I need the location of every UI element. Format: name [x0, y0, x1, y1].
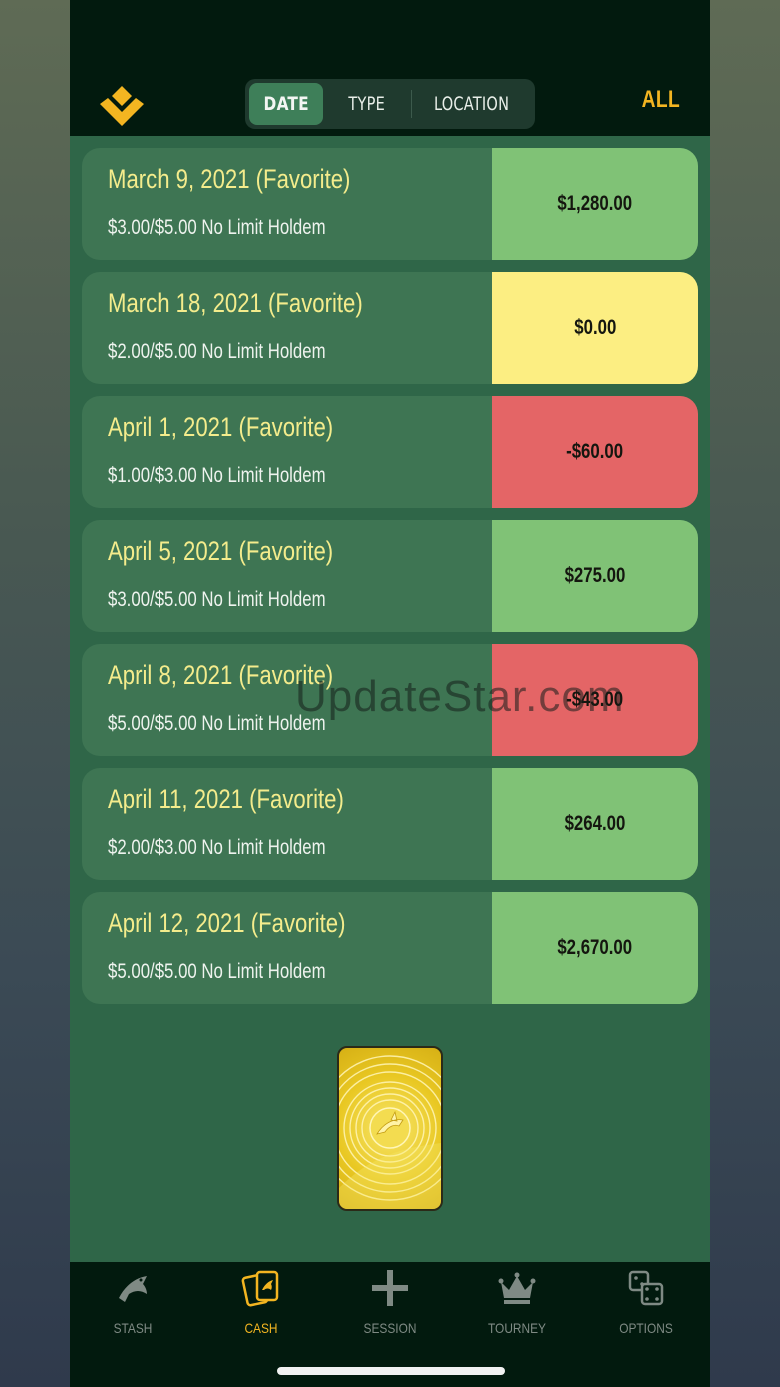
session-game: $2.00/$5.00 No Limit Holdem: [108, 340, 326, 363]
session-date: April 11, 2021 (Favorite): [108, 784, 344, 814]
tab-tourney[interactable]: TOURNEY: [462, 1268, 572, 1338]
tab-options[interactable]: OPTIONS: [591, 1268, 701, 1338]
session-result: $264.00: [492, 768, 698, 880]
gold-card-image[interactable]: [337, 1046, 443, 1211]
session-row[interactable]: March 9, 2021 (Favorite) $3.00/$5.00 No …: [82, 148, 698, 260]
filter-all-button[interactable]: ALL: [632, 86, 680, 114]
tab-label: STASH: [113, 1320, 153, 1336]
session-row[interactable]: April 11, 2021 (Favorite) $2.00/$3.00 No…: [82, 768, 698, 880]
tab-label: CASH: [244, 1320, 278, 1336]
session-game: $2.00/$3.00 No Limit Holdem: [108, 836, 326, 859]
shark-icon: [119, 1276, 147, 1302]
session-date: March 9, 2021 (Favorite): [108, 164, 351, 194]
home-indicator[interactable]: [277, 1367, 505, 1375]
session-row[interactable]: April 12, 2021 (Favorite) $5.00/$5.00 No…: [82, 892, 698, 1004]
session-row[interactable]: April 1, 2021 (Favorite) $1.00/$3.00 No …: [82, 396, 698, 508]
session-row[interactable]: March 18, 2021 (Favorite) $2.00/$5.00 No…: [82, 272, 698, 384]
session-date: April 1, 2021 (Favorite): [108, 412, 334, 442]
tab-label: SESSION: [363, 1320, 417, 1336]
session-result: $275.00: [492, 520, 698, 632]
segment-location[interactable]: LOCATION: [421, 83, 522, 125]
session-result: $0.00: [492, 272, 698, 384]
session-info: April 1, 2021 (Favorite) $1.00/$3.00 No …: [82, 396, 492, 508]
session-date: March 18, 2021 (Favorite): [108, 288, 363, 318]
top-bar: DATE TYPE LOCATION ALL: [70, 0, 710, 136]
session-info: April 12, 2021 (Favorite) $5.00/$5.00 No…: [82, 892, 492, 1004]
session-result: $1,280.00: [492, 148, 698, 260]
shark-coin-icon: [339, 1055, 441, 1209]
sort-segmented-control: DATE TYPE LOCATION: [245, 79, 535, 129]
app-screen: DATE TYPE LOCATION ALL March 9, 2021 (Fa…: [70, 0, 710, 1387]
session-game: $5.00/$5.00 No Limit Holdem: [108, 960, 326, 983]
segment-divider: [410, 90, 412, 118]
session-row[interactable]: April 8, 2021 (Favorite) $5.00/$5.00 No …: [82, 644, 698, 756]
session-game: $3.00/$5.00 No Limit Holdem: [108, 588, 326, 611]
session-info: March 9, 2021 (Favorite) $3.00/$5.00 No …: [82, 148, 492, 260]
session-date: April 12, 2021 (Favorite): [108, 908, 346, 938]
session-date: April 8, 2021 (Favorite): [108, 660, 334, 690]
session-info: April 5, 2021 (Favorite) $3.00/$5.00 No …: [82, 520, 492, 632]
tab-label: OPTIONS: [619, 1320, 673, 1336]
dice-icon: [628, 1270, 664, 1306]
cards-icon: [241, 1270, 279, 1307]
session-list: March 9, 2021 (Favorite) $3.00/$5.00 No …: [82, 148, 698, 1016]
plus-icon: [372, 1270, 408, 1306]
session-date: April 5, 2021 (Favorite): [108, 536, 334, 566]
session-game: $1.00/$3.00 No Limit Holdem: [108, 464, 326, 487]
app-logo-icon[interactable]: [98, 84, 146, 128]
session-info: March 18, 2021 (Favorite) $2.00/$5.00 No…: [82, 272, 492, 384]
session-result: -$60.00: [492, 396, 698, 508]
session-result: -$43.00: [492, 644, 698, 756]
session-game: $5.00/$5.00 No Limit Holdem: [108, 712, 326, 735]
session-info: April 8, 2021 (Favorite) $5.00/$5.00 No …: [82, 644, 492, 756]
session-row[interactable]: April 5, 2021 (Favorite) $3.00/$5.00 No …: [82, 520, 698, 632]
session-info: April 11, 2021 (Favorite) $2.00/$3.00 No…: [82, 768, 492, 880]
segment-date[interactable]: DATE: [249, 83, 324, 125]
tab-cash[interactable]: CASH: [206, 1268, 316, 1338]
tab-label: TOURNEY: [488, 1320, 546, 1336]
segment-type[interactable]: TYPE: [330, 83, 404, 125]
session-game: $3.00/$5.00 No Limit Holdem: [108, 216, 326, 239]
tab-session[interactable]: SESSION: [335, 1268, 445, 1338]
session-result: $2,670.00: [492, 892, 698, 1004]
crown-icon: [498, 1272, 536, 1304]
tab-stash[interactable]: STASH: [78, 1268, 188, 1338]
